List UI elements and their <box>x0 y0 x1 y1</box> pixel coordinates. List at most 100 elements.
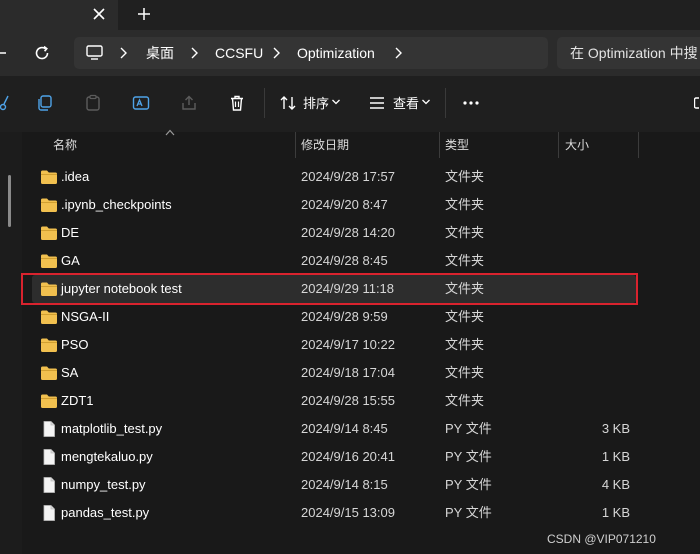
share-icon <box>182 95 196 110</box>
folder-icon <box>40 253 58 269</box>
file-modified: 2024/9/28 9:59 <box>301 309 388 324</box>
file-modified: 2024/9/14 8:15 <box>301 477 388 492</box>
view-button[interactable]: 查看 <box>393 96 419 112</box>
column-divider[interactable] <box>439 132 440 158</box>
file-modified: 2024/9/20 8:47 <box>301 197 388 212</box>
delete-icon[interactable] <box>228 94 246 112</box>
file-name: mengtekaluo.py <box>61 449 153 464</box>
sort-ascending-icon <box>165 129 175 136</box>
toolbar-divider <box>264 88 265 118</box>
file-type: 文件夹 <box>445 197 485 212</box>
file-name: pandas_test.py <box>61 505 150 520</box>
file-name: matplotlib_test.py <box>61 421 163 436</box>
file-row[interactable]: DE 2024/9/28 14:20 文件夹 <box>32 219 636 247</box>
cut-icon[interactable] <box>0 94 10 112</box>
file-modified: 2024/9/28 17:57 <box>301 169 395 184</box>
file-row[interactable]: PSO 2024/9/17 10:22 文件夹 <box>32 331 636 359</box>
file-modified: 2024/9/28 14:20 <box>301 225 395 240</box>
file-name: NSGA-II <box>61 309 110 324</box>
column-divider[interactable] <box>638 132 639 158</box>
column-header-modified[interactable]: 修改日期 <box>301 136 349 156</box>
chevron-right-icon[interactable] <box>393 46 403 60</box>
file-name: numpy_test.py <box>61 477 146 492</box>
chevron-down-icon[interactable] <box>331 98 341 106</box>
navigation-pane[interactable] <box>0 132 22 554</box>
watermark: CSDN @VIP071210 <box>547 532 656 546</box>
navigation-scrollbar[interactable] <box>8 175 11 227</box>
file-row[interactable]: SA 2024/9/18 17:04 文件夹 <box>32 359 636 387</box>
highlight-box <box>21 273 638 305</box>
folder-icon <box>40 309 58 325</box>
file-size: 1 KB <box>601 449 630 464</box>
search-input[interactable]: 在 Optimization 中搜 <box>570 44 698 64</box>
copy-icon[interactable] <box>36 94 54 112</box>
sort-button[interactable]: 排序 <box>303 96 329 112</box>
sort-icon[interactable] <box>279 94 297 112</box>
file-row[interactable]: .ipynb_checkpoints 2024/9/20 8:47 文件夹 <box>32 191 636 219</box>
file-type: 文件夹 <box>445 393 485 408</box>
python-file-icon <box>40 421 58 437</box>
chevron-right-icon[interactable] <box>118 46 128 60</box>
file-type: 文件夹 <box>445 253 485 268</box>
file-name: PSO <box>61 337 89 352</box>
breadcrumb-ccsfu[interactable]: CCSFU <box>215 44 263 64</box>
file-row[interactable]: mengtekaluo.py 2024/9/16 20:41 PY 文件 1 KB <box>32 443 636 471</box>
file-name: GA <box>61 253 80 268</box>
python-file-icon <box>40 505 58 521</box>
refresh-icon[interactable] <box>33 44 51 62</box>
column-header-size[interactable]: 大小 <box>565 136 589 156</box>
folder-icon <box>40 337 58 353</box>
folder-icon <box>40 197 58 213</box>
toolbar-divider <box>445 88 446 118</box>
file-type: 文件夹 <box>445 309 485 324</box>
chevron-right-icon[interactable] <box>271 46 281 60</box>
breadcrumb-optimization[interactable]: Optimization <box>297 44 375 64</box>
file-size: 1 KB <box>601 505 630 520</box>
python-file-icon <box>40 449 58 465</box>
view-icon[interactable] <box>368 94 386 112</box>
file-row[interactable]: pandas_test.py 2024/9/15 13:09 PY 文件 1 KB <box>32 499 636 527</box>
folder-icon <box>40 365 58 381</box>
file-type: 文件夹 <box>445 169 485 184</box>
file-modified: 2024/9/15 13:09 <box>301 505 395 520</box>
file-name: SA <box>61 365 79 380</box>
close-icon[interactable] <box>90 5 108 23</box>
file-row[interactable]: matplotlib_test.py 2024/9/14 8:45 PY 文件 3 K… <box>32 415 636 443</box>
column-divider[interactable] <box>295 132 296 158</box>
file-modified: 2024/9/16 20:41 <box>301 449 395 464</box>
file-row[interactable]: ZDT1 2024/9/28 15:55 文件夹 <box>32 387 636 415</box>
python-file-icon <box>40 477 58 493</box>
file-type: 文件夹 <box>445 225 485 240</box>
file-type: 文件夹 <box>445 337 485 352</box>
more-options-icon[interactable] <box>462 94 480 112</box>
file-row[interactable]: GA 2024/9/28 8:45 文件夹 <box>32 247 636 275</box>
file-modified: 2024/9/17 10:22 <box>301 337 395 352</box>
file-name: .ipynb_checkpoints <box>61 197 172 212</box>
file-name: DE <box>61 225 80 240</box>
file-row[interactable]: NSGA-II 2024/9/28 9:59 文件夹 <box>32 303 636 331</box>
chevron-down-icon[interactable] <box>421 98 431 106</box>
back-arrow-icon[interactable] <box>0 43 8 63</box>
file-modified: 2024/9/28 8:45 <box>301 253 388 268</box>
file-modified: 2024/9/28 15:55 <box>301 393 395 408</box>
column-header-type[interactable]: 类型 <box>445 136 469 156</box>
file-size: 4 KB <box>601 477 630 492</box>
this-pc-icon[interactable] <box>86 45 103 60</box>
file-type: PY 文件 <box>445 421 492 436</box>
folder-icon <box>40 169 58 185</box>
paste-icon <box>86 94 100 111</box>
folder-icon <box>40 225 58 241</box>
chevron-right-icon[interactable] <box>189 46 199 60</box>
breadcrumb-desktop[interactable]: 桌面 <box>146 44 174 64</box>
folder-icon <box>40 393 58 409</box>
file-row[interactable]: numpy_test.py 2024/9/14 8:15 PY 文件 4 KB <box>32 471 636 499</box>
column-divider[interactable] <box>558 132 559 158</box>
file-row[interactable]: .idea 2024/9/28 17:57 文件夹 <box>32 163 636 191</box>
plus-icon[interactable] <box>135 5 153 23</box>
command-bar <box>0 76 700 132</box>
details-pane-icon[interactable] <box>694 94 700 112</box>
rename-icon[interactable] <box>132 94 150 112</box>
column-header-name[interactable]: 名称 <box>53 136 77 156</box>
file-type: PY 文件 <box>445 449 492 464</box>
file-type: 文件夹 <box>445 365 485 380</box>
